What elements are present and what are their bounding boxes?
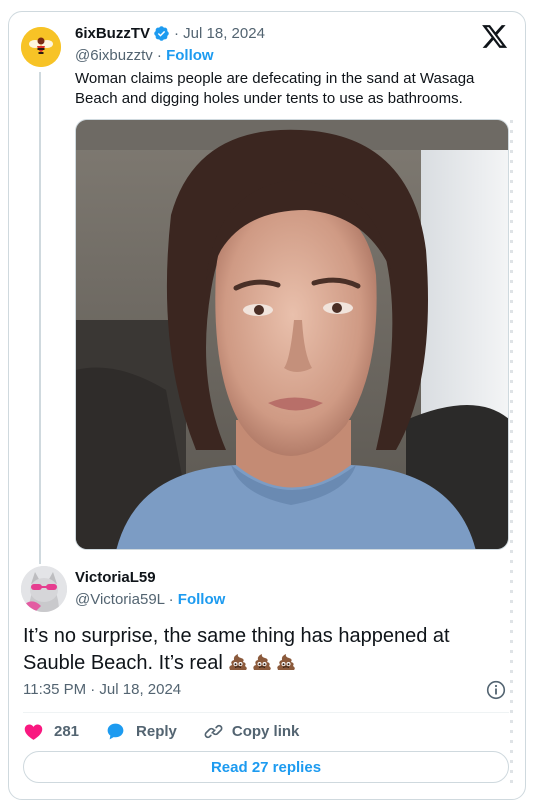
follow-button[interactable]: Follow <box>166 47 214 64</box>
x-logo-icon[interactable] <box>482 25 508 49</box>
copy-link-button[interactable]: Copy link <box>203 721 300 742</box>
heart-icon <box>24 724 43 740</box>
verified-badge-icon <box>154 26 169 41</box>
emoji-group <box>227 651 297 673</box>
quoted-author-name[interactable]: 6ixBuzzTV <box>75 25 150 42</box>
separator-dot: · <box>164 591 178 608</box>
tweet-handle[interactable]: @Victoria59L <box>75 591 164 608</box>
read-replies-button[interactable]: Read 27 replies <box>23 751 509 783</box>
tweet-handle-row: @Victoria59L · Follow <box>75 591 225 608</box>
follow-button[interactable]: Follow <box>178 591 226 608</box>
divider <box>23 712 509 713</box>
tweet-author-name[interactable]: VictoriaL59 <box>75 569 156 586</box>
action-bar: 281 Reply Copy link <box>23 719 299 743</box>
thread-connector-line <box>39 72 41 564</box>
avatar[interactable] <box>21 566 67 612</box>
tweet-timestamp[interactable]: 11:35 PM · Jul 18, 2024 <box>23 681 181 698</box>
like-button[interactable]: 281 <box>23 721 105 742</box>
tweet-body: It’s no surprise, the same thing has hap… <box>23 623 513 677</box>
quoted-author-row: 6ixBuzzTV · Jul 18, 2024 <box>75 25 265 42</box>
quoted-handle-row: @6ixbuzztv · Follow <box>75 47 214 64</box>
link-icon <box>204 724 223 738</box>
reply-label: Reply <box>136 722 177 740</box>
video-frame-image <box>76 120 508 549</box>
speech-bubble-icon <box>107 723 124 739</box>
info-icon[interactable] <box>486 680 506 700</box>
like-count: 281 <box>54 722 80 740</box>
quoted-date[interactable]: · Jul 18, 2024 <box>174 25 265 42</box>
quoted-tweet-text: Woman claims people are defecating in th… <box>75 70 475 107</box>
copy-link-label: Copy link <box>231 722 300 740</box>
quoted-handle[interactable]: @6ixbuzztv <box>75 47 153 64</box>
reply-button[interactable]: Reply <box>105 721 203 742</box>
scroll-track <box>510 120 513 790</box>
pile-of-poo-icon <box>229 654 247 670</box>
separator-dot: · <box>152 47 167 64</box>
cat-with-sunglasses-icon <box>21 566 67 612</box>
video-thumbnail[interactable] <box>75 119 509 550</box>
avatar[interactable] <box>21 27 61 67</box>
bee-icon <box>21 27 61 67</box>
pile-of-poo-icon <box>253 654 271 670</box>
pile-of-poo-icon <box>277 654 295 670</box>
